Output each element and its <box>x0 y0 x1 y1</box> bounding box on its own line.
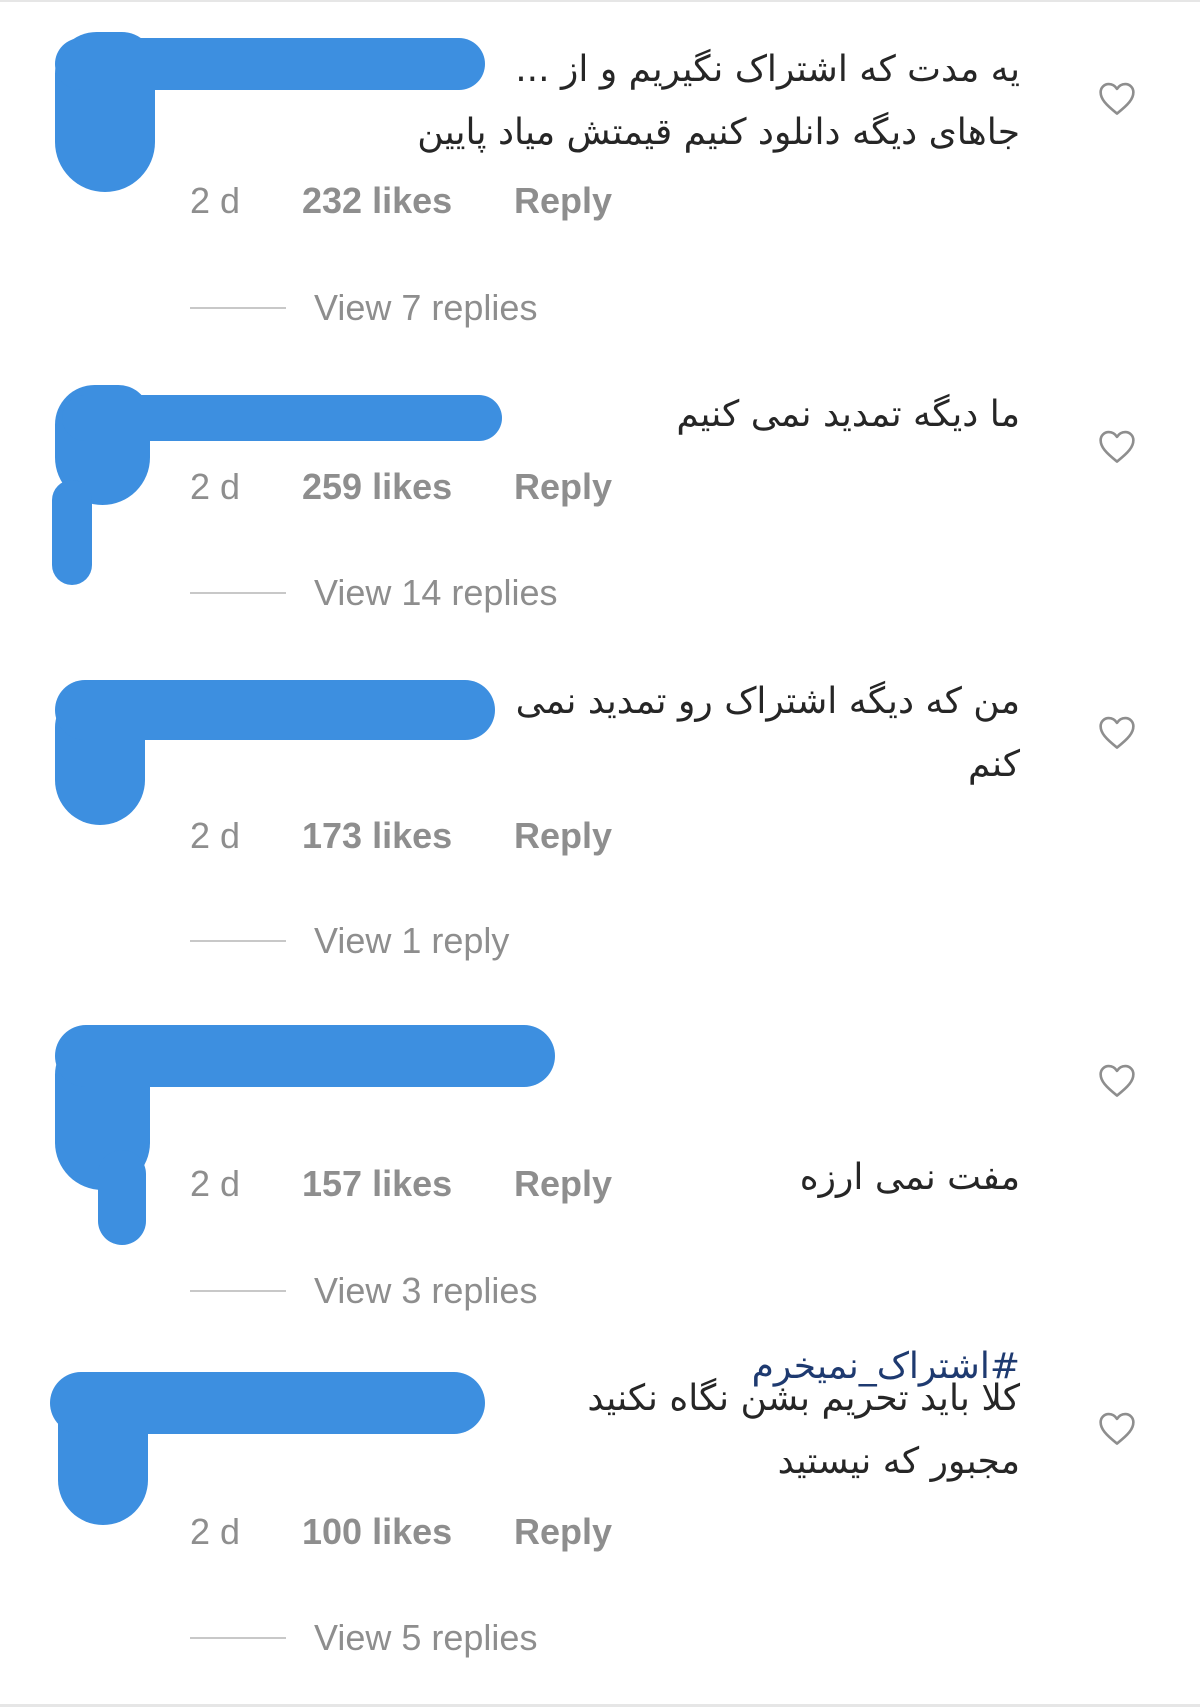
comment-meta: 2 d 259 likes Reply <box>190 464 612 510</box>
heart-outline-icon[interactable] <box>1097 80 1137 116</box>
replies-divider-line <box>190 1290 286 1292</box>
redacted-avatar <box>98 1150 146 1245</box>
reply-button[interactable]: Reply <box>514 1163 612 1205</box>
view-replies-button[interactable]: View 3 replies <box>190 1268 537 1314</box>
comment-meta: 2 d 232 likes Reply <box>190 178 612 224</box>
like-count[interactable]: 157 likes <box>302 1163 514 1205</box>
top-divider <box>0 0 1200 2</box>
like-count[interactable]: 100 likes <box>302 1511 514 1553</box>
comment-meta: 2 d 157 likes Reply <box>190 1161 612 1207</box>
replies-divider-line <box>190 592 286 594</box>
bottom-divider <box>0 1704 1200 1707</box>
view-replies-button[interactable]: View 5 replies <box>190 1615 537 1661</box>
comment-time: 2 d <box>190 466 241 507</box>
comment-text: ما دیگه تمدید نمی کنیم <box>676 394 1020 435</box>
comment-time: 2 d <box>190 1163 241 1204</box>
comment-time: 2 d <box>190 815 241 856</box>
view-replies-label: View 7 replies <box>314 287 538 328</box>
like-count[interactable]: 232 likes <box>302 180 514 222</box>
heart-outline-icon[interactable] <box>1097 1410 1137 1446</box>
view-replies-button[interactable]: View 14 replies <box>190 570 557 616</box>
replies-divider-line <box>190 1637 286 1639</box>
replies-divider-line <box>190 940 286 942</box>
view-replies-button[interactable]: View 7 replies <box>190 285 537 331</box>
heart-outline-icon[interactable] <box>1097 428 1137 464</box>
heart-outline-icon[interactable] <box>1097 1062 1137 1098</box>
heart-outline-icon[interactable] <box>1097 714 1137 750</box>
comment-time: 2 d <box>190 1511 241 1552</box>
reply-button[interactable]: Reply <box>514 180 612 222</box>
reply-button[interactable]: Reply <box>514 815 612 857</box>
view-replies-label: View 14 replies <box>314 572 558 613</box>
comment-text: من که دیگه اشتراک رو تمدید نمی کنم <box>515 681 1020 785</box>
like-count[interactable]: 173 likes <box>302 815 514 857</box>
comment-meta: 2 d 173 likes Reply <box>190 813 612 859</box>
reply-button[interactable]: Reply <box>514 466 612 508</box>
comment-meta: 2 d 100 likes Reply <box>190 1509 612 1555</box>
view-replies-label: View 3 replies <box>314 1270 538 1311</box>
comment-text: کلا باید تحریم بشن نگاه نکنید مجبور که ن… <box>587 1378 1020 1482</box>
view-replies-button[interactable]: View 1 reply <box>190 918 509 964</box>
replies-divider-line <box>190 307 286 309</box>
view-replies-label: View 5 replies <box>314 1617 538 1658</box>
view-replies-label: View 1 reply <box>314 920 510 961</box>
comment-text: یه مدت که اشتراک نگیریم و از ... جاهای د… <box>417 49 1020 153</box>
reply-button[interactable]: Reply <box>514 1511 612 1553</box>
like-count[interactable]: 259 likes <box>302 466 514 508</box>
redacted-avatar <box>52 480 92 585</box>
comment-time: 2 d <box>190 180 241 221</box>
